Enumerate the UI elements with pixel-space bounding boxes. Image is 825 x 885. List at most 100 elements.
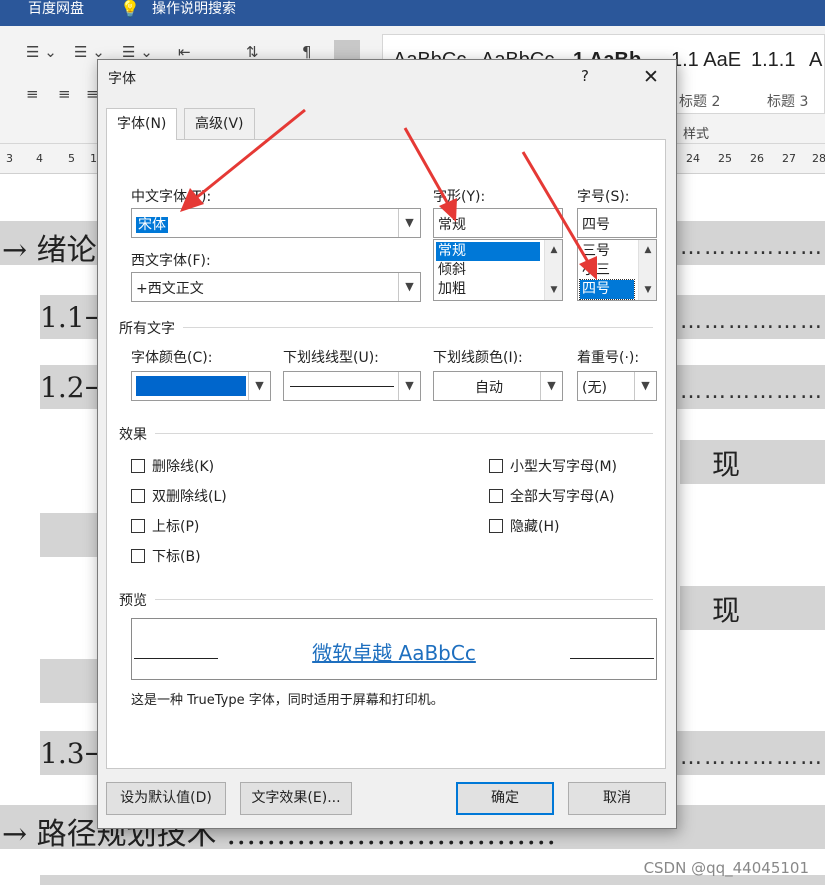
underline-color-combo[interactable]: 自动 ▼ <box>433 371 563 401</box>
heading-fragment[interactable]: 现 <box>712 443 740 483</box>
list-item[interactable]: 加粗 <box>436 280 466 299</box>
font-style-label: 字形(Y): <box>433 189 486 205</box>
style-sample[interactable]: 1.1.1 <box>751 49 795 72</box>
strikethrough-checkbox[interactable]: 删除线(K) <box>131 456 214 476</box>
checkbox-box[interactable] <box>489 489 503 503</box>
western-font-combo[interactable]: +西文正文 ▼ <box>131 272 421 302</box>
style-name-heading-3: 标题 3 <box>767 94 809 110</box>
font-preview-box: 微软卓越 AaBbCc <box>131 618 657 680</box>
underline-color-label: 下划线颜色(I): <box>433 350 523 366</box>
font-size-value: 四号 <box>582 217 610 233</box>
scrollbar[interactable]: ▲ ▼ <box>544 240 562 300</box>
style-sample[interactable]: 1.1 AaE <box>671 49 741 72</box>
list-item[interactable]: 三号 <box>580 242 610 261</box>
decrease-indent-icon[interactable]: ⇤ <box>178 44 191 60</box>
effects-section-label: 效果 <box>119 427 147 443</box>
font-color-swatch <box>136 376 246 396</box>
cancel-button[interactable]: 取消 <box>568 782 666 815</box>
underline-style-combo[interactable]: ▼ <box>283 371 421 401</box>
font-size-list[interactable]: 三号 小三 四号 ▲ ▼ <box>577 239 657 301</box>
checkbox-box[interactable] <box>131 549 145 563</box>
show-marks-icon[interactable]: ¶ <box>302 44 312 60</box>
ruler-tick: 25 <box>718 152 732 165</box>
scroll-down-icon[interactable]: ▼ <box>639 281 656 299</box>
superscript-checkbox[interactable]: 上标(P) <box>131 516 199 536</box>
list-item[interactable]: 常规 <box>436 242 540 261</box>
chevron-down-icon[interactable]: ▼ <box>398 372 420 400</box>
western-font-label: 西文字体(F): <box>131 253 211 269</box>
subscript-checkbox[interactable]: 下标(B) <box>131 546 201 566</box>
font-style-list[interactable]: 常规 倾斜 加粗 ▲ ▼ <box>433 239 563 301</box>
checkbox-label: 小型大写字母(M) <box>510 459 618 475</box>
heading-1[interactable]: → 绪论 <box>2 225 97 269</box>
style-sample[interactable]: A <box>809 49 822 72</box>
ruler-tick: 5 <box>68 152 75 165</box>
list-item[interactable]: 倾斜 <box>436 261 466 280</box>
checkbox-box[interactable] <box>131 489 145 503</box>
checkbox-box[interactable] <box>131 519 145 533</box>
toc-dots: ………………………………… <box>680 235 825 260</box>
checkbox-label: 删除线(K) <box>152 459 215 475</box>
underline-style-preview <box>290 386 394 387</box>
checkbox-box[interactable] <box>131 459 145 473</box>
chevron-down-icon[interactable]: ▼ <box>398 273 420 301</box>
tell-me-search[interactable]: 操作说明搜索 <box>152 0 236 18</box>
ruler-tick: 26 <box>750 152 764 165</box>
scrollbar[interactable]: ▲ ▼ <box>638 240 656 300</box>
checkbox-label: 隐藏(H) <box>510 519 560 535</box>
font-style-input[interactable]: 常规 <box>433 208 563 238</box>
section-divider <box>183 327 653 328</box>
scroll-down-icon[interactable]: ▼ <box>545 281 562 299</box>
checkbox-box[interactable] <box>489 519 503 533</box>
chinese-font-combo[interactable]: 宋体 ▼ <box>131 208 421 238</box>
hidden-checkbox[interactable]: 隐藏(H) <box>489 516 559 536</box>
preview-section-label: 预览 <box>119 593 147 609</box>
underline-style-label: 下划线线型(U): <box>283 350 379 366</box>
section-divider <box>155 599 653 600</box>
style-name-heading-2: 标题 2 <box>679 94 721 110</box>
ruler-tick: 1 <box>90 152 97 165</box>
checkbox-box[interactable] <box>489 459 503 473</box>
tab-advanced[interactable]: 高级(V) <box>184 108 255 139</box>
ruler-tick: 4 <box>36 152 43 165</box>
chevron-down-icon[interactable]: ▼ <box>634 372 656 400</box>
scroll-up-icon[interactable]: ▲ <box>639 241 656 259</box>
scroll-up-icon[interactable]: ▲ <box>545 241 562 259</box>
ok-button[interactable]: 确定 <box>456 782 554 815</box>
tab-font[interactable]: 字体(N) <box>106 108 178 140</box>
font-color-combo[interactable]: ▼ <box>131 371 271 401</box>
set-default-button[interactable]: 设为默认值(D) <box>106 782 226 815</box>
all-caps-checkbox[interactable]: 全部大写字母(A) <box>489 486 615 506</box>
emphasis-mark-value: (无) <box>582 380 607 396</box>
preview-sample-text: 微软卓越 AaBbCc <box>312 641 476 665</box>
preview-baseline <box>570 658 654 659</box>
align-center-icon[interactable]: ≡ <box>58 86 71 102</box>
numbering-icon[interactable]: ☰ ⌄ <box>74 44 105 60</box>
double-strikethrough-checkbox[interactable]: 双删除线(L) <box>131 486 227 506</box>
styles-group-label: 样式 <box>683 127 710 142</box>
multilevel-list-icon[interactable]: ☰ ⌄ <box>122 44 153 60</box>
chevron-down-icon[interactable]: ▼ <box>248 372 270 400</box>
emphasis-mark-combo[interactable]: (无) ▼ <box>577 371 657 401</box>
font-size-input[interactable]: 四号 <box>577 208 657 238</box>
small-caps-checkbox[interactable]: 小型大写字母(M) <box>489 456 617 476</box>
chevron-down-icon[interactable]: ▼ <box>398 209 420 237</box>
close-button[interactable]: ✕ <box>638 64 664 90</box>
heading-highlight <box>40 659 100 703</box>
help-button[interactable]: ? <box>581 67 589 85</box>
align-left-icon[interactable]: ≡ <box>26 86 39 102</box>
list-item[interactable]: 四号 <box>579 279 635 300</box>
text-effects-button[interactable]: 文字效果(E)... <box>240 782 352 815</box>
watermark: CSDN @qq_44045101 <box>643 859 809 877</box>
heading-fragment[interactable]: 现 <box>712 589 740 629</box>
word-title-bar: 百度网盘 💡 操作说明搜索 <box>0 0 825 26</box>
font-size-label: 字号(S): <box>577 189 630 205</box>
sort-icon[interactable]: ⇅ <box>246 44 259 60</box>
font-style-value: 常规 <box>438 217 466 233</box>
section-divider <box>155 433 653 434</box>
bullets-icon[interactable]: ☰ ⌄ <box>26 44 57 60</box>
chevron-down-icon[interactable]: ▼ <box>540 372 562 400</box>
baidu-netdisk-label[interactable]: 百度网盘 <box>28 0 84 18</box>
font-tab-panel: 中文字体(T): 字形(Y): 字号(S): 宋体 ▼ 常规 常规 倾斜 加粗 … <box>106 139 666 769</box>
list-item[interactable]: 小三 <box>580 261 610 280</box>
